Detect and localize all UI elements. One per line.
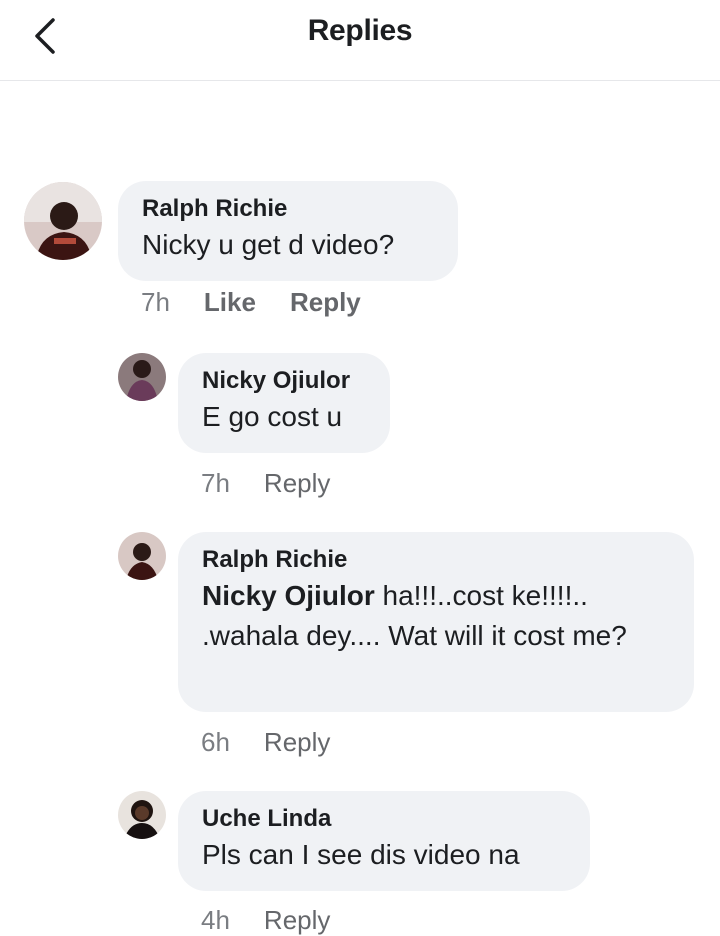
comment-text: Pls can I see dis video na: [202, 839, 520, 870]
comment-time: 6h: [201, 727, 230, 757]
reply-button[interactable]: Reply: [264, 468, 330, 499]
comment-text: Nicky u get d video?: [142, 229, 395, 260]
comment-text: Nicky Ojiulor ha!!!..cost ke!!!!.. .waha…: [202, 576, 670, 656]
comment-actions: 7h Like Reply: [141, 287, 361, 318]
reply-button[interactable]: Reply: [264, 905, 330, 936]
comment-actions: 7h Reply: [201, 468, 330, 499]
comment-time: 7h: [141, 287, 170, 317]
comment-bubble[interactable]: Ralph Richie Nicky Ojiulor ha!!!..cost k…: [178, 532, 694, 712]
comment-text: E go cost u: [202, 401, 343, 432]
avatar[interactable]: [118, 532, 166, 580]
mention-link[interactable]: Nicky Ojiulor: [202, 580, 375, 611]
like-button[interactable]: Like: [204, 287, 256, 318]
comment-actions: 4h Reply: [201, 905, 330, 936]
comment-author[interactable]: Nicky Ojiulor: [202, 365, 366, 397]
comment-author[interactable]: Ralph Richie: [202, 544, 670, 576]
comment-bubble[interactable]: Ralph Richie Nicky u get d video?: [118, 181, 458, 281]
comment-bubble[interactable]: Nicky Ojiulor E go cost u: [178, 353, 390, 453]
avatar[interactable]: [118, 791, 166, 839]
top-bar: Replies: [0, 0, 720, 81]
comment-time: 7h: [201, 468, 230, 498]
comment-bubble[interactable]: Uche Linda Pls can I see dis video na: [178, 791, 590, 891]
comment-author[interactable]: Uche Linda: [202, 803, 566, 835]
comment-time: 4h: [201, 905, 230, 935]
avatar[interactable]: [24, 182, 102, 260]
reply-button[interactable]: Reply: [290, 287, 361, 318]
page-title: Replies: [307, 14, 413, 47]
reply-button[interactable]: Reply: [264, 727, 330, 758]
comment-author[interactable]: Ralph Richie: [142, 193, 434, 225]
avatar[interactable]: [118, 353, 166, 401]
comment-actions: 6h Reply: [201, 727, 330, 758]
